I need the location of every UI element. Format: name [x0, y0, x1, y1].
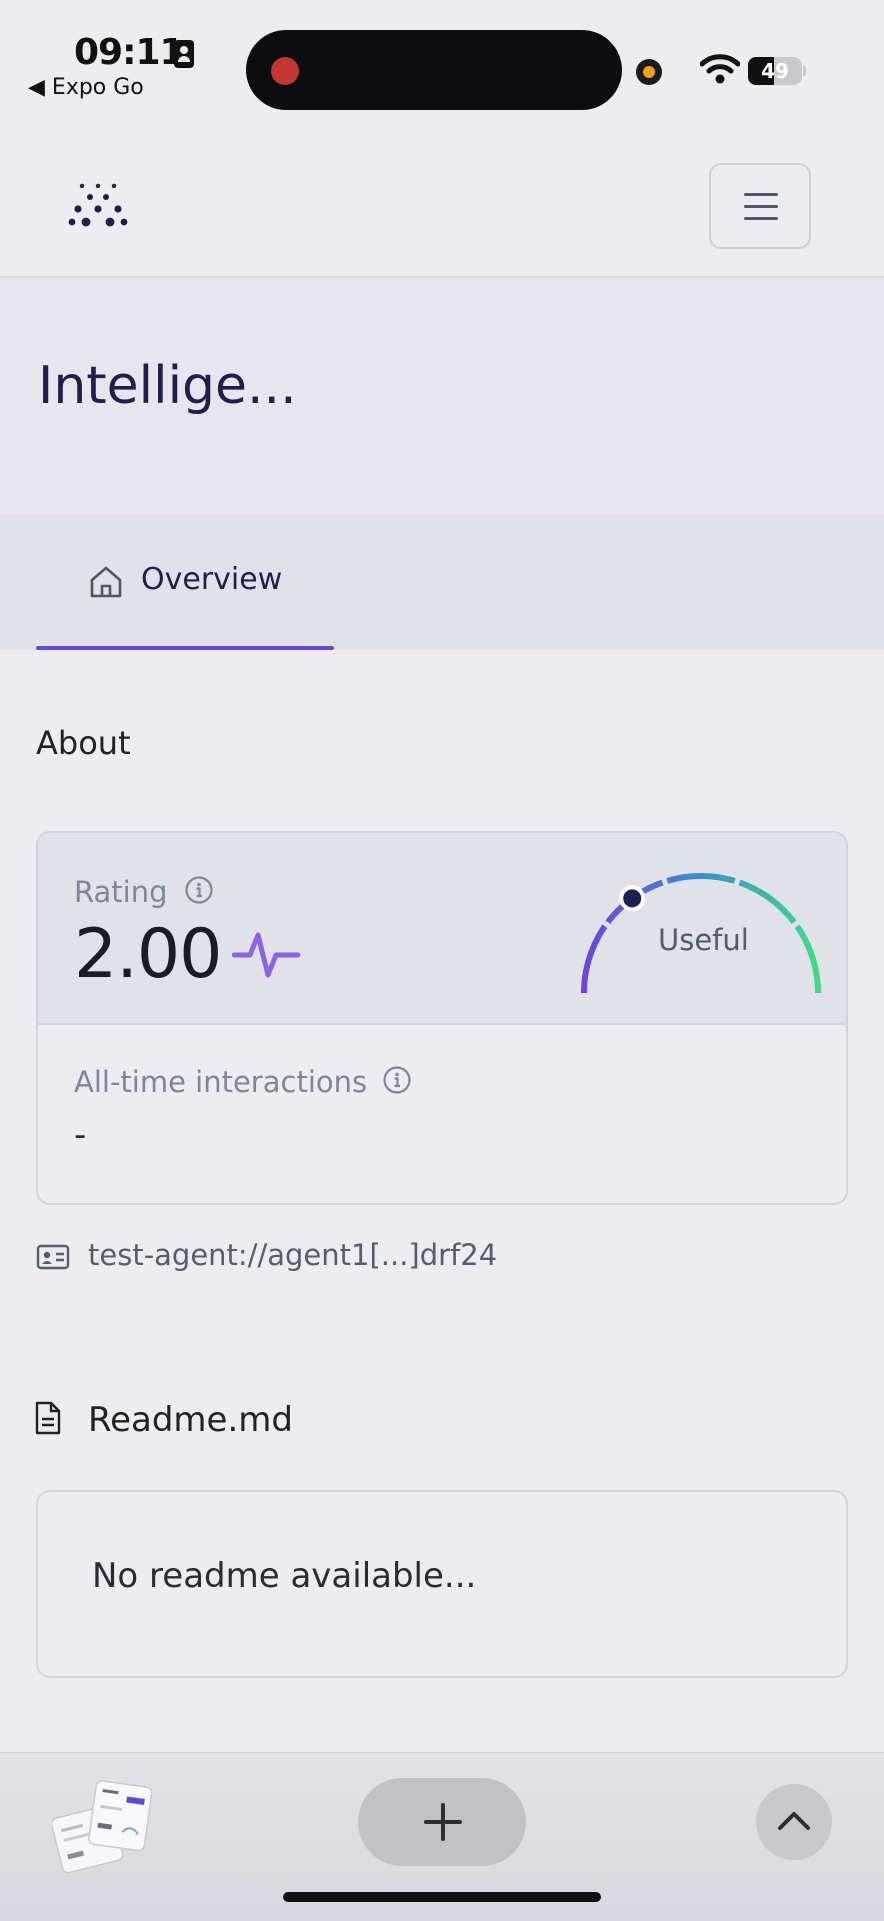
chevron-up-icon	[778, 1812, 810, 1830]
new-tab-plus-button[interactable]	[358, 1778, 526, 1866]
battery-icon: 49	[748, 57, 802, 85]
activity-pulse-icon	[232, 932, 301, 978]
status-time: 09:11	[74, 32, 185, 73]
wifi-icon	[700, 54, 740, 84]
tab-switcher-thumbnail-icon[interactable]	[52, 1778, 152, 1874]
camera-indicator-icon	[636, 59, 662, 85]
agent-id-text[interactable]: test-agent://agent1[...]drf24	[88, 1238, 497, 1272]
rating-label: Rating	[74, 875, 168, 909]
hamburger-icon-line	[744, 205, 778, 208]
dots-grid-logo-icon[interactable]	[68, 180, 128, 230]
page-title: Intellige...	[38, 356, 297, 416]
active-tab-indicator	[36, 646, 334, 650]
gauge-label: Useful	[658, 923, 749, 957]
id-card-icon	[36, 1244, 70, 1270]
rating-info-icon[interactable]	[184, 875, 214, 905]
stats-card: Rating 2.00 Useful All-time interactions	[36, 831, 848, 1205]
interactions-label: All-time interactions	[74, 1065, 368, 1099]
gauge-segment-gap	[732, 873, 743, 891]
gauge-segment-gap	[659, 873, 670, 891]
battery-cap	[803, 66, 806, 76]
back-to-app-link[interactable]: ◀ Expo Go	[28, 75, 144, 100]
file-text-icon	[35, 1401, 61, 1435]
rating-value: 2.00	[74, 915, 222, 994]
battery-level: 49	[761, 59, 789, 83]
tab-overview-label: Overview	[141, 562, 283, 597]
dynamic-island	[246, 30, 622, 110]
interactions-value: -	[74, 1115, 87, 1155]
readme-content-box: No readme available...	[36, 1490, 848, 1678]
hamburger-icon-line	[744, 217, 778, 220]
tab-overview[interactable]: Overview	[36, 514, 334, 650]
recording-indicator-icon	[271, 57, 299, 85]
gauge-marker	[619, 885, 646, 912]
readme-empty-text: No readme available...	[92, 1556, 477, 1596]
scroll-up-button[interactable]	[756, 1784, 832, 1860]
hamburger-icon	[744, 193, 778, 196]
menu-button[interactable]	[709, 163, 811, 249]
home-icon	[90, 566, 122, 598]
readme-title: Readme.md	[88, 1400, 293, 1440]
interactions-info-icon[interactable]	[382, 1065, 412, 1095]
contact-card-icon	[174, 40, 194, 68]
about-heading: About	[36, 724, 131, 762]
rating-section: Rating 2.00 Useful	[38, 833, 846, 1025]
home-indicator	[283, 1892, 601, 1902]
